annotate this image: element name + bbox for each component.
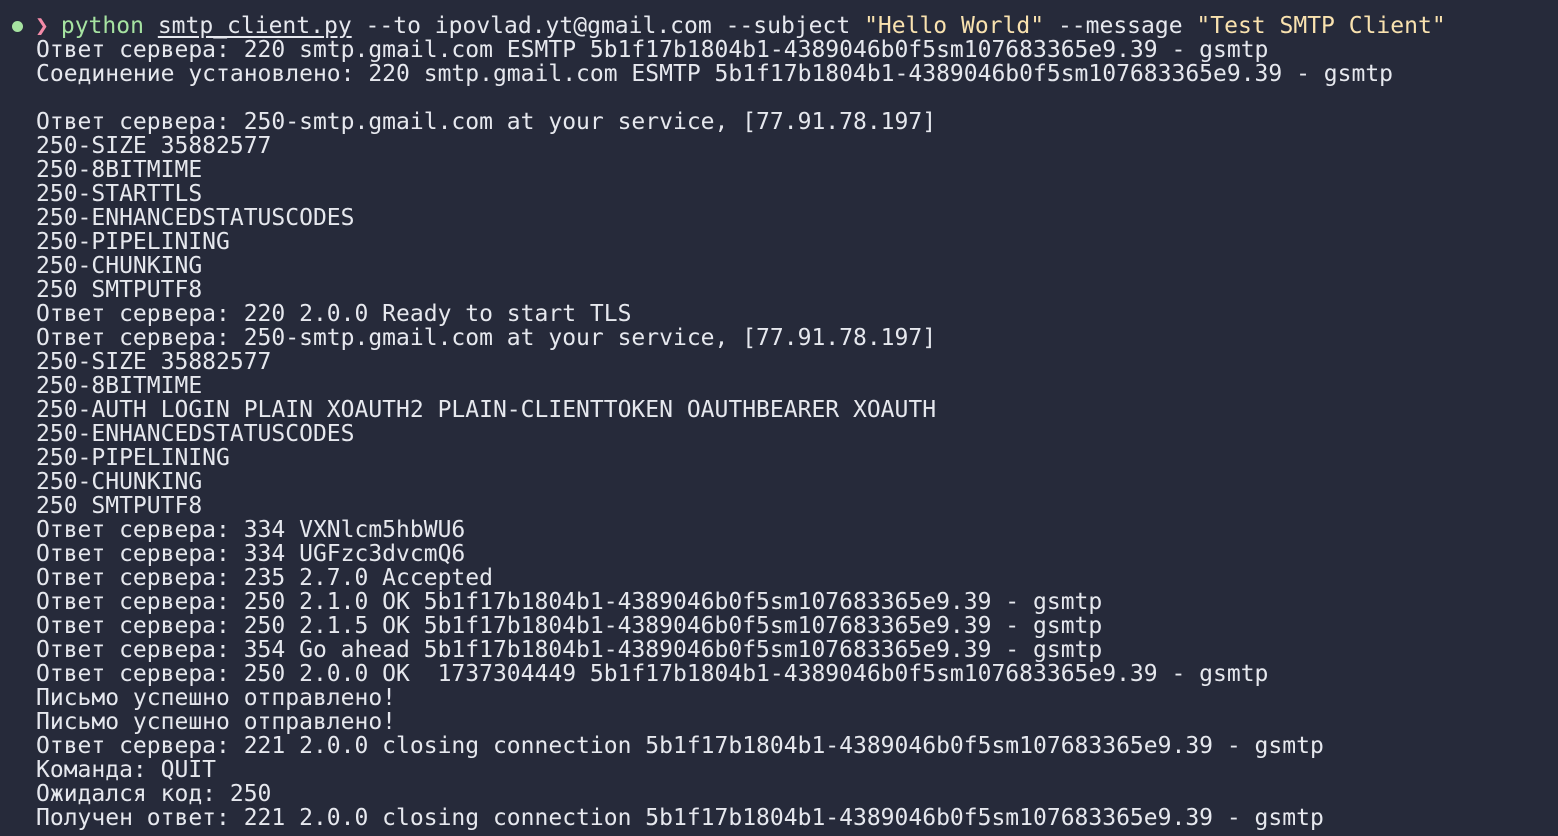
command-argument: --to ipovlad.yt@gmail.com --subject [365,13,851,39]
command-argument: "Hello World" [864,13,1045,39]
output-line: Ответ сервера: 250-smtp.gmail.com at you… [36,325,937,351]
output-line: Ответ сервера: 220 2.0.0 Ready to start … [36,301,632,327]
output-line: Письмо успешно отправлено! [36,685,397,711]
output-line: Ответ сервера: 235 2.7.0 Accepted [36,565,493,591]
output-line: 250-ENHANCEDSTATUSCODES [36,421,355,447]
output-line: 250-SIZE 35882577 [36,349,272,375]
status-dot-icon [12,20,23,32]
output-line: 250-AUTH LOGIN PLAIN XOAUTH2 PLAIN-CLIEN… [36,397,937,423]
output-line: Ответ сервера: 250 2.1.5 OK 5b1f17b1804b… [36,613,1103,639]
prompt-caret-icon: ❯ [35,13,49,39]
terminal-output: ❯ python smtp_client.py --to ipovlad.yt@… [0,14,1558,830]
output-line: 250-PIPELINING [36,445,230,471]
output-line: 250-PIPELINING [36,229,230,255]
output-line: 250-CHUNKING [36,469,203,495]
output-line: 250-8BITMIME [36,373,203,399]
output-line: Соединение установлено: 220 smtp.gmail.c… [36,61,1394,87]
output-line: 250-8BITMIME [36,157,203,183]
output-line: Ответ сервера: 220 smtp.gmail.com ESMTP … [36,37,1269,63]
command-argument: --message [1057,13,1183,39]
output-line: Ответ сервера: 334 UGFzc3dvcmQ6 [36,541,466,567]
output-line: Получен ответ: 221 2.0.0 closing connect… [36,805,1324,831]
output-line: Ожидался код: 250 [36,781,272,807]
output-line: 250-STARTTLS [36,181,203,207]
command-name: python [60,13,144,39]
output-line: Ответ сервера: 250 2.1.0 OK 5b1f17b1804b… [36,589,1103,615]
output-line: Команда: QUIT [36,757,217,783]
output-line: Ответ сервера: 250 2.0.0 OK 1737304449 5… [36,661,1269,687]
output-line: Ответ сервера: 250-smtp.gmail.com at you… [36,109,937,135]
output-line: Ответ сервера: 354 Go ahead 5b1f17b1804b… [36,637,1103,663]
output-line: 250-CHUNKING [36,253,203,279]
script-file-link[interactable]: smtp_client.py [158,14,352,38]
output-line: 250 SMTPUTF8 [36,277,203,303]
output-line: 250-SIZE 35882577 [36,133,272,159]
output-line: 250 SMTPUTF8 [36,493,203,519]
terminal-window[interactable]: ❯ python smtp_client.py --to ipovlad.yt@… [0,0,1558,836]
output-line: Ответ сервера: 221 2.0.0 closing connect… [36,733,1324,759]
output-line: Письмо успешно отправлено! [36,709,397,735]
command-argument: "Test SMTP Client" [1196,13,1446,39]
output-line: 250-ENHANCEDSTATUSCODES [36,205,355,231]
prompt-line: ❯ python smtp_client.py --to ipovlad.yt@… [0,14,1558,38]
output-line: Ответ сервера: 334 VXNlcm5hbWU6 [36,517,466,543]
